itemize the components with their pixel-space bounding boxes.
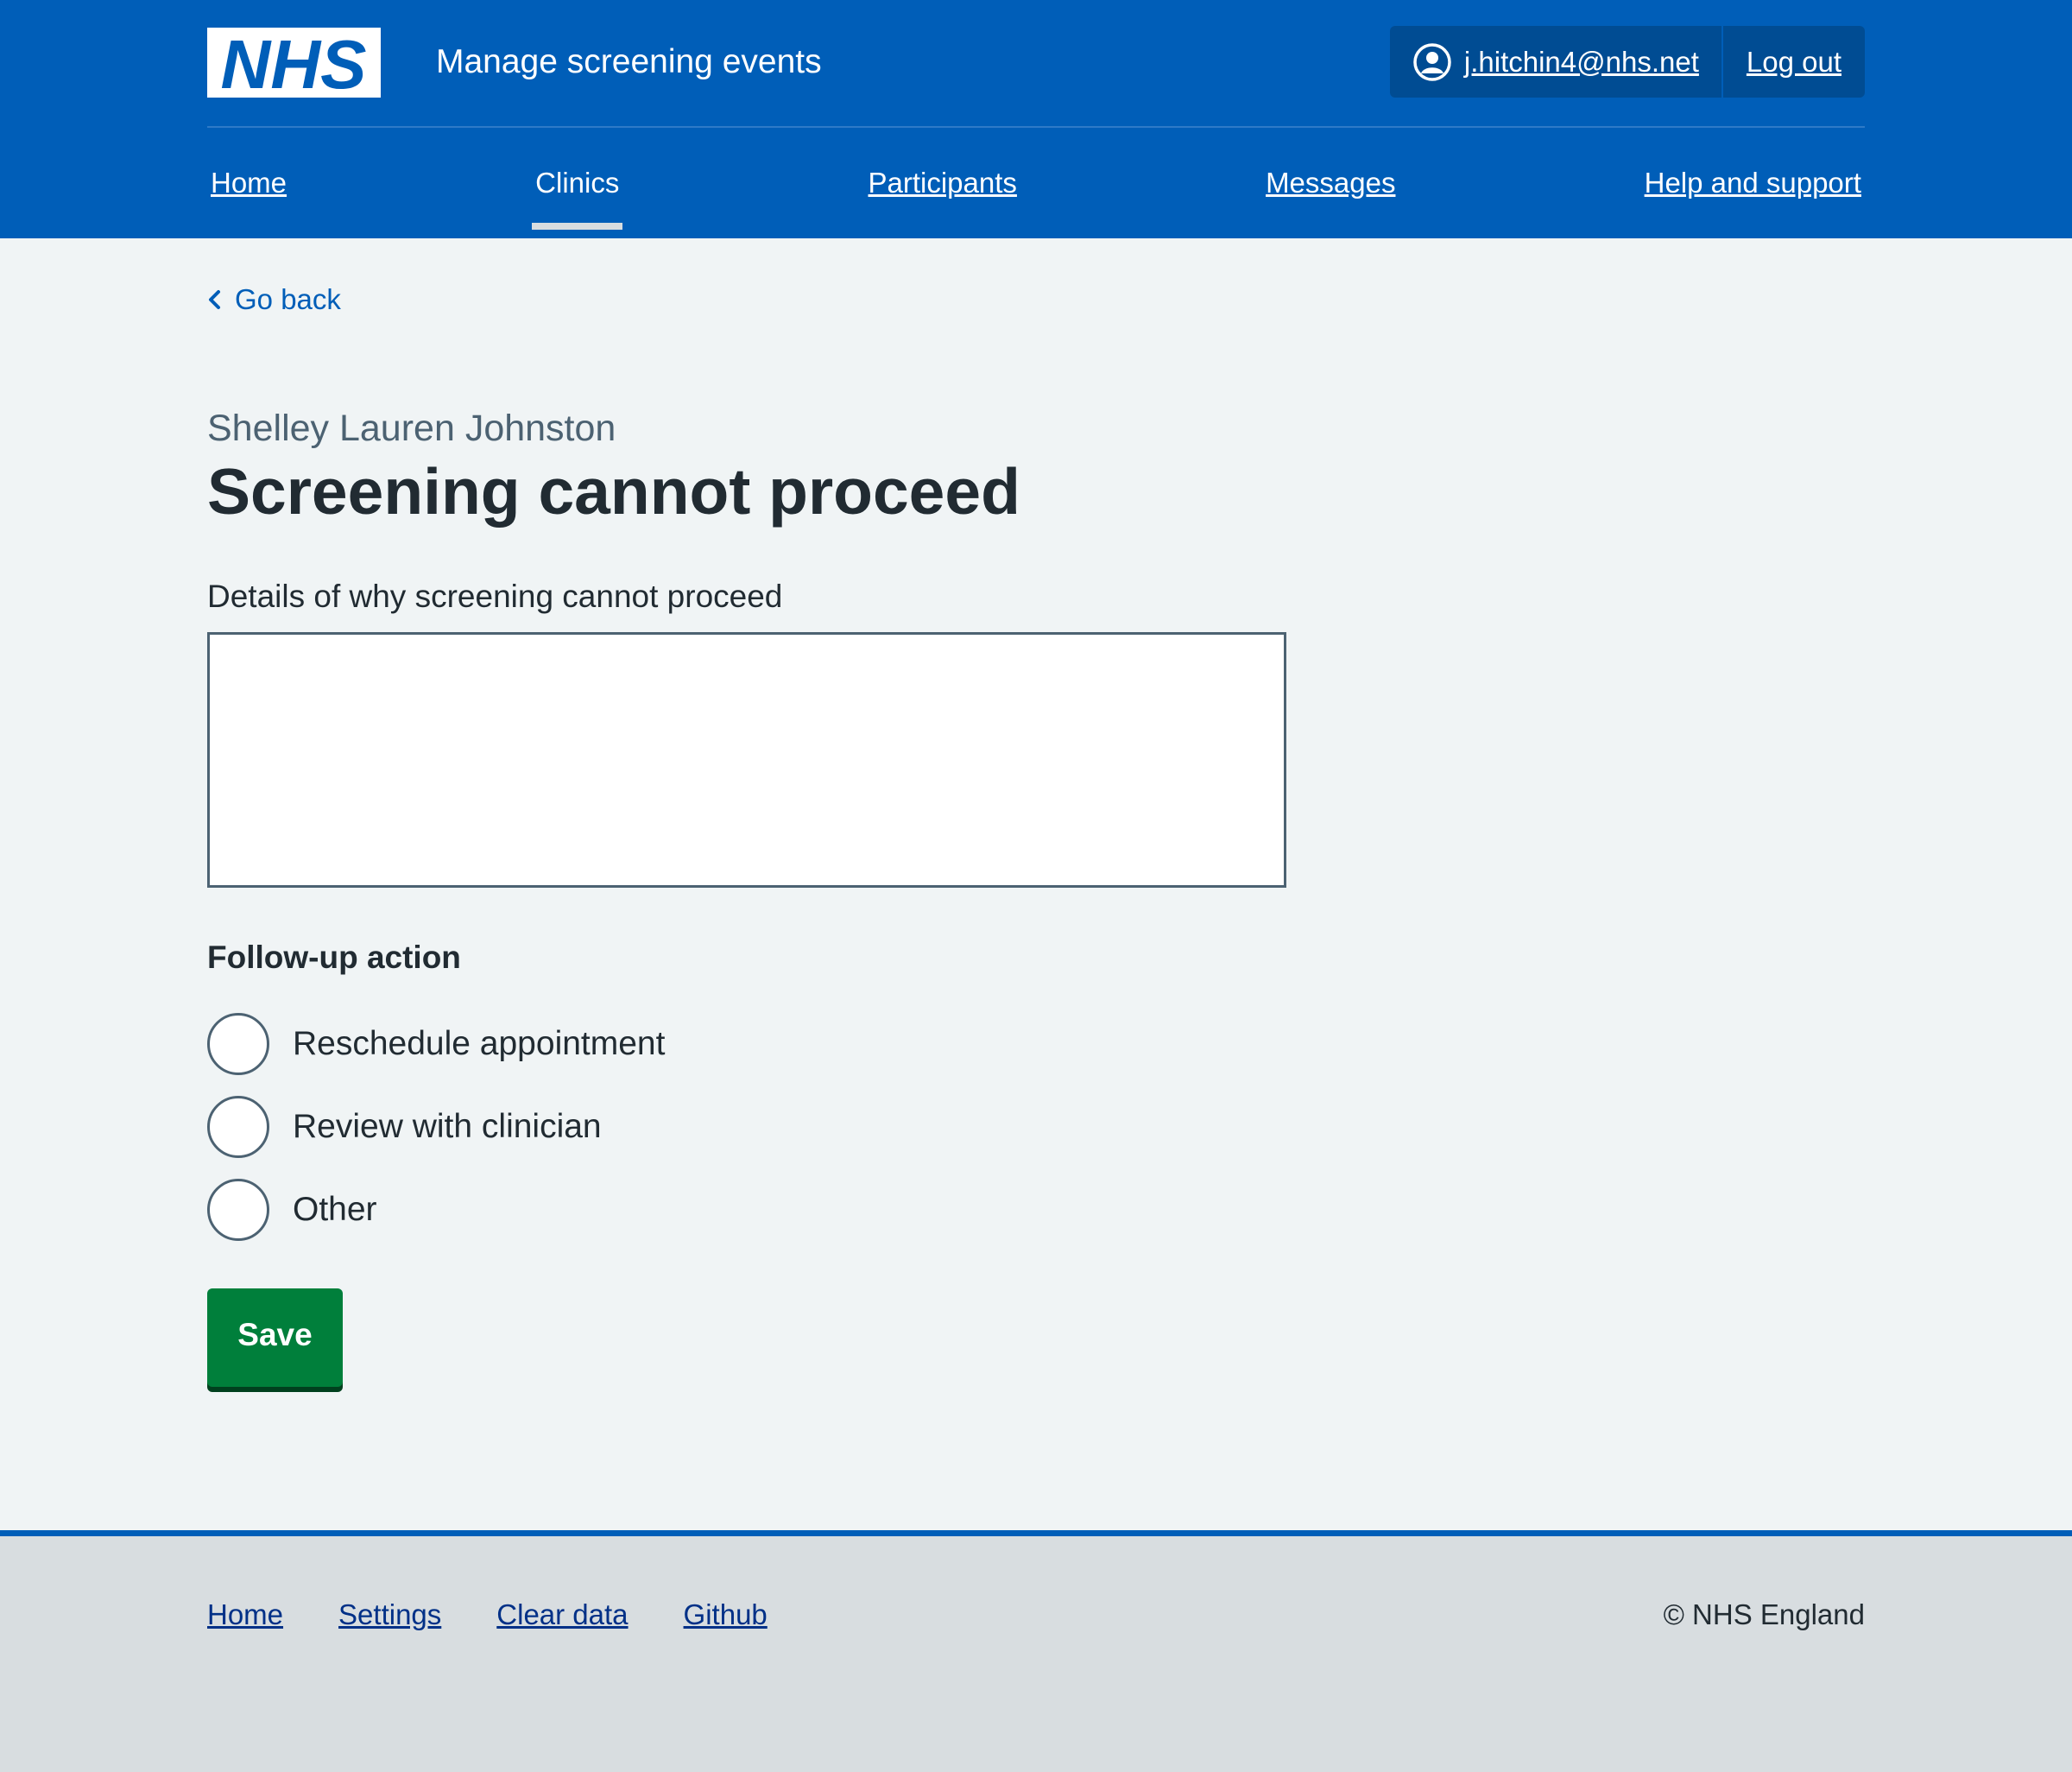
nav-item-help-and-support[interactable]: Help and support [1641,164,1865,202]
nav-item-clinics[interactable]: Clinics [532,164,623,230]
nhs-logo-icon: NHS [207,28,381,98]
details-textarea[interactable] [207,632,1286,888]
radio-button-other[interactable] [207,1179,269,1241]
save-button[interactable]: Save [207,1288,343,1387]
footer-link-settings[interactable]: Settings [338,1598,441,1631]
account-email-link[interactable]: j.hitchin4@nhs.net [1464,46,1699,79]
back-link-label: Go back [235,283,341,315]
page-title: Screening cannot proceed [207,455,1020,528]
follow-up-legend: Follow-up action [207,940,461,975]
radio-option-review[interactable]: Review with clinician [207,1096,602,1158]
footer-link-clear-data[interactable]: Clear data [496,1598,628,1631]
service-name[interactable]: Manage screening events [436,40,822,85]
participant-name-caption: Shelley Lauren Johnston [207,408,616,449]
radio-label-other[interactable]: Other [293,1191,377,1229]
site-footer: Home Settings Clear data Github © NHS En… [0,1530,2072,1772]
account-panel: j.hitchin4@nhs.net Log out [1389,26,1865,98]
user-icon [1412,42,1452,82]
svg-text:NHS: NHS [221,28,367,98]
nav-item-messages[interactable]: Messages [1262,164,1399,202]
header-divider [207,126,1865,128]
radio-label-reschedule[interactable]: Reschedule appointment [293,1025,665,1063]
radio-button-review[interactable] [207,1096,269,1158]
nav-item-participants[interactable]: Participants [865,164,1020,202]
logout-link[interactable]: Log out [1723,46,1865,79]
copyright-text: © NHS England [1663,1598,1865,1630]
account-user: j.hitchin4@nhs.net [1390,26,1723,98]
site-header: NHS Manage screening events j.hitchin4@n… [0,0,2072,238]
footer-link-home[interactable]: Home [207,1598,283,1631]
header-container: NHS Manage screening events j.hitchin4@n… [207,0,1865,238]
primary-navigation: Home Clinics Participants Messages Help … [207,164,1865,230]
footer-links: Home Settings Clear data Github [207,1598,823,1631]
nhs-logo[interactable]: NHS [207,28,381,98]
nav-item-home[interactable]: Home [207,164,290,202]
radio-button-reschedule[interactable] [207,1013,269,1075]
details-label: Details of why screening cannot proceed [207,579,783,614]
radio-option-reschedule[interactable]: Reschedule appointment [207,1013,665,1075]
footer-link-github[interactable]: Github [684,1598,768,1631]
radio-option-other[interactable]: Other [207,1179,377,1241]
radio-label-review[interactable]: Review with clinician [293,1108,602,1146]
back-link[interactable]: Go back [207,283,341,316]
chevron-left-icon [209,290,220,309]
